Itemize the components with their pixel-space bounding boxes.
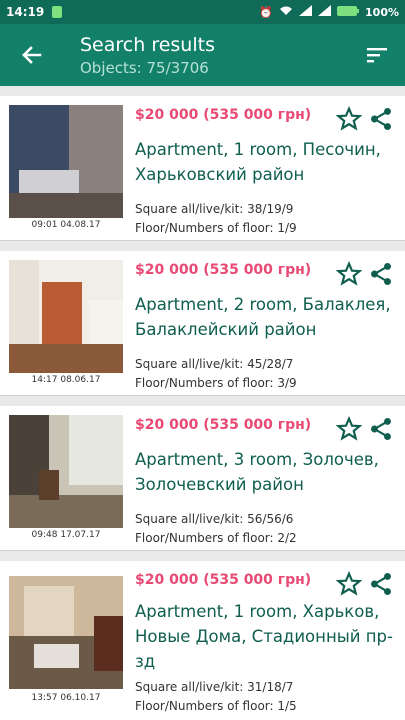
listing-photo[interactable]: [9, 415, 123, 528]
signal-icon: [299, 5, 313, 19]
listing-floor: Floor/Numbers of floor: 1/9: [135, 221, 297, 235]
status-time: 14:19: [6, 5, 45, 19]
wifi-icon: [279, 5, 293, 19]
sim-icon: [52, 6, 63, 18]
listing-floor: Floor/Numbers of floor: 3/9: [135, 376, 297, 390]
listing-title: Apartment, 1 room, Песочин, Харьковский …: [135, 140, 381, 184]
battery-icon: [337, 5, 360, 19]
listing-card[interactable]: 14:17 08.06.17 $20 000 (535 000 грн) Apa…: [0, 251, 405, 396]
listing-square: Square all/live/kit: 56/56/6: [135, 512, 294, 526]
listing-price: $20 000 (535 000 грн): [135, 262, 312, 278]
listing-timestamp: 09:01 04.08.17: [31, 220, 101, 230]
listing-photo[interactable]: [9, 576, 123, 689]
listing-price: $20 000 (535 000 грн): [135, 107, 312, 123]
alarm-icon: ⏰: [259, 5, 274, 19]
status-bar: 14:19 ⏰ 100%: [0, 0, 405, 24]
listing-card[interactable]: 09:48 17.07.17 $20 000 (535 000 грн) Apa…: [0, 406, 405, 551]
arrow-back-icon: [22, 46, 42, 64]
back-button[interactable]: [0, 24, 62, 86]
share-icon[interactable]: [368, 106, 394, 132]
listing-title: Apartment, 1 room, Харьков, Новые Дома, …: [135, 602, 393, 671]
sort-icon: [367, 48, 387, 63]
page-title: Search results: [80, 34, 215, 56]
listing-timestamp: 13:57 06.10.17: [31, 693, 101, 703]
listing-floor: Floor/Numbers of floor: 2/2: [135, 531, 297, 545]
listing-price: $20 000 (535 000 грн): [135, 417, 312, 433]
signal-icon-2: [318, 5, 332, 19]
results-list[interactable]: 09:01 04.08.17 $20 000 (535 000 грн) Apa…: [0, 86, 405, 720]
listing-card[interactable]: 13:57 06.10.17 $20 000 (535 000 грн) Apa…: [0, 561, 405, 720]
star-icon[interactable]: [336, 571, 362, 597]
listing-card[interactable]: 09:01 04.08.17 $20 000 (535 000 грн) Apa…: [0, 96, 405, 241]
status-icons: ⏰ 100%: [259, 5, 399, 19]
listing-price: $20 000 (535 000 грн): [135, 572, 312, 588]
listing-photo[interactable]: [9, 260, 123, 373]
listing-title: Apartment, 3 room, Золочев, Золочевский …: [135, 450, 379, 494]
listing-timestamp: 14:17 08.06.17: [31, 375, 101, 385]
star-icon[interactable]: [336, 106, 362, 132]
listing-square: Square all/live/kit: 38/19/9: [135, 202, 294, 216]
share-icon[interactable]: [368, 571, 394, 597]
battery-percent: 100%: [365, 5, 399, 19]
app-toolbar: Search results Objects: 75/3706: [0, 24, 405, 86]
listing-square: Square all/live/kit: 31/18/7: [135, 680, 294, 694]
listing-photo[interactable]: [9, 105, 123, 218]
share-icon[interactable]: [368, 261, 394, 287]
star-icon[interactable]: [336, 416, 362, 442]
objects-count: Objects: 75/3706: [80, 59, 209, 77]
sort-button[interactable]: [349, 24, 405, 86]
listing-title: Apartment, 2 room, Балаклея, Балаклейски…: [135, 295, 391, 339]
listing-square: Square all/live/kit: 45/28/7: [135, 357, 294, 371]
listing-floor: Floor/Numbers of floor: 1/5: [135, 699, 297, 713]
star-icon[interactable]: [336, 261, 362, 287]
listing-timestamp: 09:48 17.07.17: [31, 530, 101, 540]
share-icon[interactable]: [368, 416, 394, 442]
